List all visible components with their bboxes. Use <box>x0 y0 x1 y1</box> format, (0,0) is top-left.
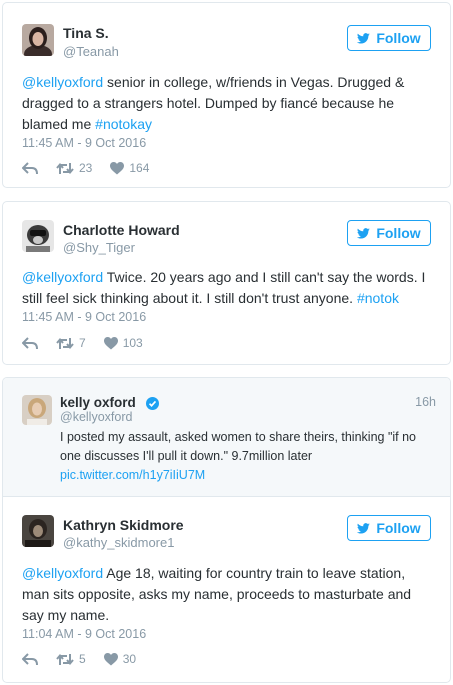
retweet-count: 23 <box>79 161 93 175</box>
follow-button[interactable]: Follow <box>347 515 431 541</box>
reply-button[interactable] <box>22 336 38 350</box>
reply-icon <box>22 652 38 665</box>
heart-icon <box>110 161 125 174</box>
user-handle[interactable]: @kellyoxford <box>60 410 132 424</box>
tweet-text: @kellyoxford Age 18, waiting for country… <box>22 563 432 626</box>
media-link[interactable]: pic.twitter.com/h1y7iIiU7M <box>60 468 205 482</box>
display-name[interactable]: Kathryn Skidmore <box>63 517 184 533</box>
display-name[interactable]: Tina S. <box>63 25 109 41</box>
timestamp[interactable]: 11:04 AM - 9 Oct 2016 <box>22 627 146 641</box>
tweet-actions: 7 103 <box>22 336 161 350</box>
tweet-text: @kellyoxford Twice. 20 years ago and I s… <box>22 267 442 309</box>
mention-link[interactable]: @kellyoxford <box>22 269 103 285</box>
avatar[interactable] <box>22 395 52 425</box>
display-name[interactable]: Charlotte Howard <box>63 222 180 238</box>
quoted-tweet[interactable]: kelly oxford @kellyoxford 16h I posted m… <box>3 378 450 497</box>
user-handle[interactable]: @kathy_skidmore1 <box>63 535 174 550</box>
avatar[interactable] <box>22 24 54 56</box>
follow-label: Follow <box>376 225 421 241</box>
follow-label: Follow <box>376 30 421 46</box>
timestamp[interactable]: 11:45 AM - 9 Oct 2016 <box>22 310 146 324</box>
retweet-count: 7 <box>79 336 86 350</box>
tweet-card: Tina S. @Teanah Follow @kellyoxford seni… <box>2 2 451 188</box>
hashtag-link[interactable]: #notokay <box>95 116 152 132</box>
like-count: 164 <box>129 161 150 175</box>
follow-button[interactable]: Follow <box>347 25 431 51</box>
tweet-actions: 5 30 <box>22 652 154 666</box>
user-handle[interactable]: @Shy_Tiger <box>63 240 135 255</box>
retweet-button[interactable]: 5 <box>56 652 86 666</box>
reply-icon <box>22 161 38 174</box>
reply-icon <box>22 336 38 349</box>
follow-label: Follow <box>376 520 421 536</box>
tweet-actions: 23 164 <box>22 161 167 175</box>
bird-icon <box>357 522 371 533</box>
avatar[interactable] <box>22 220 54 252</box>
retweet-icon <box>56 653 74 665</box>
follow-button[interactable]: Follow <box>347 220 431 246</box>
display-name[interactable]: kelly oxford <box>60 395 136 410</box>
like-button[interactable]: 103 <box>103 336 143 350</box>
mention-link[interactable]: @kellyoxford <box>22 565 103 581</box>
quoted-text: I posted my assault, asked women to shar… <box>60 428 440 485</box>
retweet-button[interactable]: 23 <box>56 161 92 175</box>
hashtag-link[interactable]: #notok <box>357 290 399 306</box>
retweet-icon <box>56 162 74 174</box>
bird-icon <box>357 32 371 43</box>
verified-badge-icon <box>146 397 159 410</box>
like-button[interactable]: 164 <box>110 161 149 175</box>
like-count: 103 <box>122 336 143 350</box>
avatar[interactable] <box>22 515 54 547</box>
like-count: 30 <box>122 652 137 666</box>
heart-icon <box>103 652 118 665</box>
retweet-icon <box>56 337 74 349</box>
reply-button[interactable] <box>22 652 38 666</box>
bird-icon <box>357 227 371 238</box>
like-button[interactable]: 30 <box>103 652 137 666</box>
reply-button[interactable] <box>22 161 38 175</box>
quoted-timestamp[interactable]: 16h <box>415 395 436 409</box>
tweet-text: @kellyoxford senior in college, w/friend… <box>22 72 432 135</box>
tweet-card: kelly oxford @kellyoxford 16h I posted m… <box>2 377 451 683</box>
user-handle[interactable]: @Teanah <box>63 44 119 59</box>
tweet-card: Charlotte Howard @Shy_Tiger Follow @kell… <box>2 201 451 365</box>
retweet-count: 5 <box>79 652 86 666</box>
heart-icon <box>103 336 118 349</box>
retweet-button[interactable]: 7 <box>56 336 86 350</box>
quoted-body: I posted my assault, asked women to shar… <box>60 430 417 463</box>
mention-link[interactable]: @kellyoxford <box>22 74 103 90</box>
timestamp[interactable]: 11:45 AM - 9 Oct 2016 <box>22 136 146 150</box>
